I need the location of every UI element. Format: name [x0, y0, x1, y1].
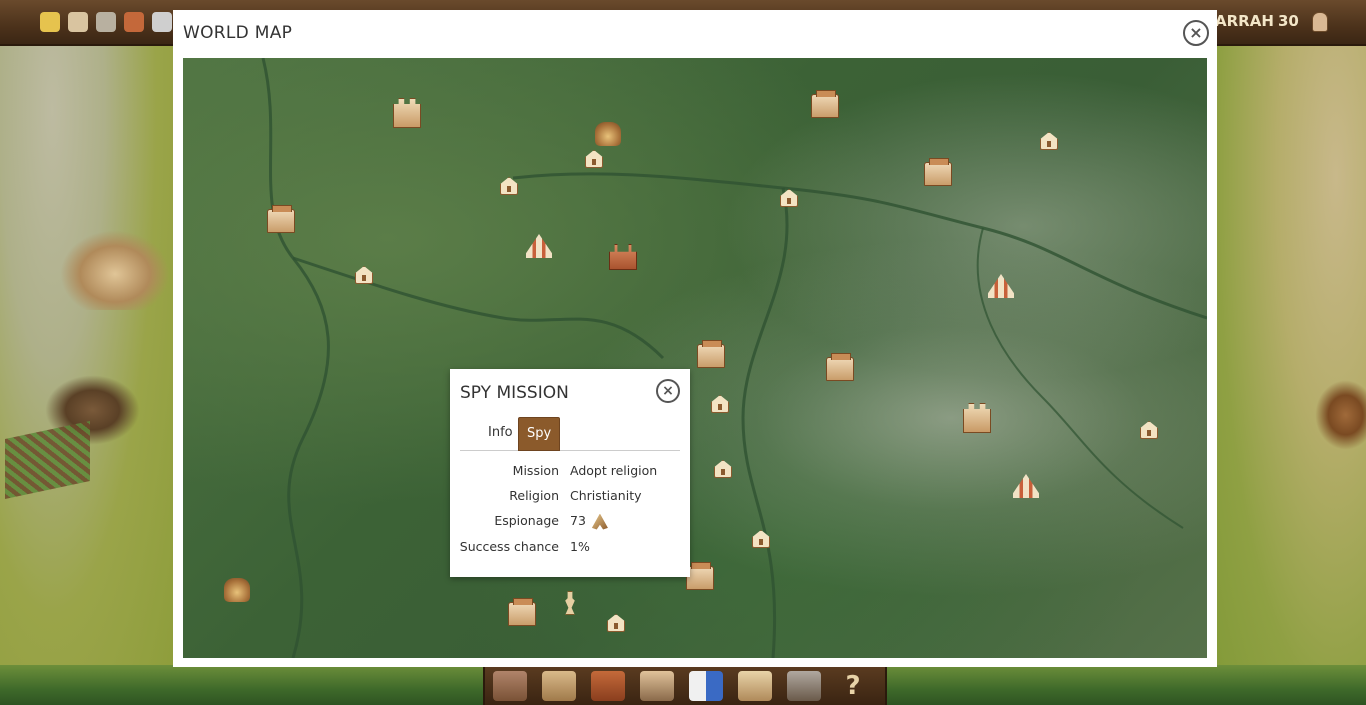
mission-value: Adopt religion [570, 463, 658, 478]
success-chance-label: Success chance [459, 539, 559, 554]
religion-label: Religion [509, 488, 559, 503]
bread-icon[interactable] [68, 12, 88, 32]
world-map-window: WORLD MAP × [173, 10, 1217, 667]
village-icon[interactable] [493, 671, 527, 701]
religion-row: Religion Christianity [450, 488, 690, 508]
spy-icon [591, 513, 608, 530]
town-icon[interactable] [811, 90, 839, 118]
close-icon[interactable]: × [656, 379, 680, 403]
tab-info[interactable]: Info [480, 417, 521, 449]
stone-icon[interactable] [96, 12, 116, 32]
town-icon[interactable] [826, 353, 854, 381]
help-icon[interactable]: ? [836, 671, 870, 701]
spy-mission-title: SPY MISSION [460, 383, 569, 403]
close-icon[interactable]: × [1183, 20, 1209, 46]
world-map-canvas[interactable] [183, 58, 1207, 658]
town-icon[interactable] [924, 158, 952, 186]
player-level: 30 [1278, 12, 1299, 30]
horn-icon[interactable] [591, 671, 625, 701]
religion-value: Christianity [570, 488, 642, 503]
espionage-value-wrap: 73 [570, 513, 608, 530]
espionage-row: Espionage 73 [450, 513, 690, 533]
settlement-camp[interactable] [60, 230, 170, 310]
bottom-toolbar: ? [483, 667, 887, 705]
mission-row: Mission Adopt religion [450, 463, 690, 483]
scroll-icon[interactable] [738, 671, 772, 701]
town-icon[interactable] [267, 205, 295, 233]
building-icon[interactable] [542, 671, 576, 701]
success-chance-row: Success chance 1% [450, 539, 690, 559]
advisor-icon[interactable] [640, 671, 674, 701]
espionage-value: 73 [570, 513, 586, 528]
success-chance-value: 1% [570, 539, 590, 554]
barrel-icon[interactable] [124, 12, 144, 32]
espionage-label: Espionage [494, 513, 559, 528]
peasant-icon[interactable] [1312, 12, 1328, 32]
player-name: ARRAH [1215, 12, 1274, 30]
game-background-right [1216, 44, 1366, 705]
camp-icon[interactable] [595, 122, 621, 146]
settlement-building-right[interactable] [1315, 380, 1366, 450]
spy-mission-popup: SPY MISSION × Info Spy Mission Adopt rel… [450, 369, 690, 577]
shield-flag-icon[interactable] [689, 671, 723, 701]
tab-spy[interactable]: Spy [518, 417, 561, 451]
town-icon[interactable] [697, 340, 725, 368]
tools-icon[interactable] [152, 12, 172, 32]
camp-icon[interactable] [224, 578, 250, 602]
catapult-icon[interactable] [787, 671, 821, 701]
world-map-title: WORLD MAP [183, 23, 293, 43]
wheat-icon[interactable] [40, 12, 60, 32]
town-icon[interactable] [686, 562, 714, 590]
town-icon[interactable] [508, 598, 536, 626]
mission-label: Mission [512, 463, 559, 478]
spy-mission-tabs: Info Spy [460, 416, 680, 451]
